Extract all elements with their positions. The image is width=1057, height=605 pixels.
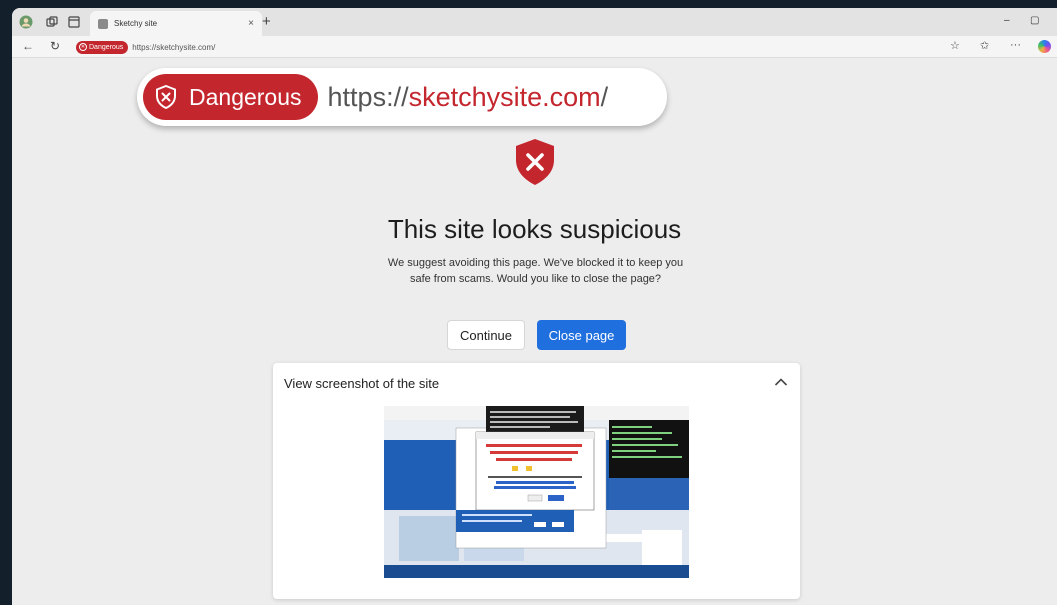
tab-actions-icon[interactable] <box>66 14 82 30</box>
minimize-button[interactable]: – <box>1004 15 1010 26</box>
site-screenshot-image <box>384 406 689 578</box>
tab-title: Sketchy site <box>114 19 158 28</box>
profile-icon[interactable] <box>18 14 34 30</box>
zoomed-address-bar: Dangerous https://sketchysite.com/ <box>137 68 667 126</box>
copilot-icon[interactable] <box>1038 40 1051 53</box>
danger-shield-icon <box>516 139 554 185</box>
zoomed-badge-label: Dangerous <box>189 83 302 110</box>
tab-sketchy-site[interactable]: Sketchy site × <box>90 11 262 36</box>
close-page-button[interactable]: Close page <box>537 320 626 350</box>
new-tab-button[interactable]: + <box>262 13 271 30</box>
chevron-up-icon[interactable] <box>774 377 788 387</box>
warning-description: We suggest avoiding this page. We've blo… <box>387 257 684 285</box>
url-path: / <box>600 81 609 112</box>
tab-bar: Sketchy site × + – ▢ <box>12 8 1057 36</box>
workspaces-icon[interactable] <box>44 14 60 30</box>
browser-window: Sketchy site × + – ▢ ← ↻ ✕ Dangerous htt… <box>12 8 1057 605</box>
more-menu-icon[interactable]: ··· <box>1010 39 1021 51</box>
back-icon[interactable]: ← <box>22 39 34 53</box>
url-scheme: https:// <box>327 81 409 112</box>
favorites-icon[interactable]: ✩ <box>980 39 989 52</box>
zoomed-url: https://sketchysite.com/ <box>328 82 609 113</box>
continue-button[interactable]: Continue <box>447 320 525 350</box>
address-bar[interactable]: ✕ Dangerous https://sketchysite.com/ <box>76 39 946 55</box>
page-title: This site looks suspicious <box>387 214 682 244</box>
shield-x-icon <box>156 85 176 109</box>
warning-shield-icon: ✕ <box>79 43 87 51</box>
refresh-icon[interactable]: ↻ <box>50 39 60 53</box>
maximize-button[interactable]: ▢ <box>1030 15 1039 26</box>
site-favicon-icon <box>98 18 108 29</box>
screenshot-panel-title[interactable]: View screenshot of the site <box>284 376 439 391</box>
address-url: https://sketchysite.com/ <box>132 42 216 52</box>
zoomed-dangerous-badge: Dangerous <box>143 74 318 120</box>
screenshot-panel: View screenshot of the site <box>273 363 800 599</box>
url-domain: sketchysite.com <box>408 81 601 112</box>
dangerous-badge-label: Dangerous <box>89 43 124 51</box>
site-screenshot-graphic <box>384 406 689 578</box>
browser-toolbar: ← ↻ ✕ Dangerous https://sketchysite.com/… <box>12 36 1057 58</box>
dangerous-badge[interactable]: ✕ Dangerous <box>76 40 129 54</box>
tab-close-icon[interactable]: × <box>248 18 254 29</box>
warning-page: Dangerous https://sketchysite.com/ This … <box>12 58 1057 605</box>
read-aloud-icon[interactable]: ☆ <box>950 39 960 52</box>
